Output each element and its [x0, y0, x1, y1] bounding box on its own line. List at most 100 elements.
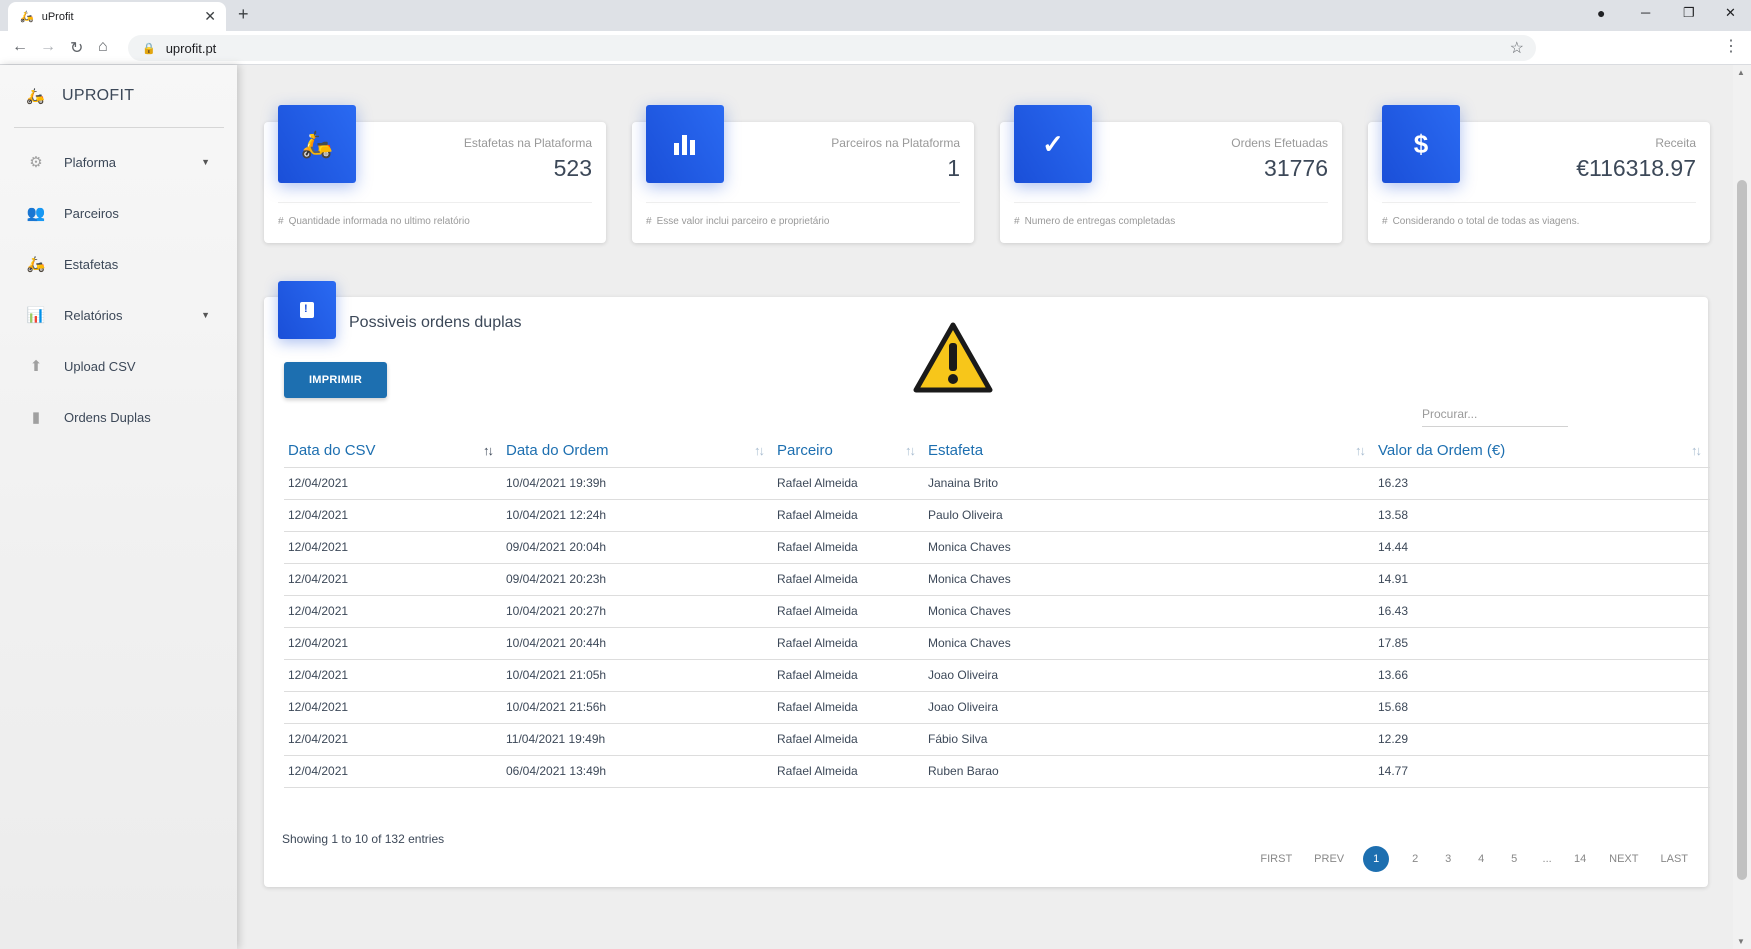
close-tab-icon[interactable]: ✕ — [204, 8, 216, 25]
scooter-icon: 🛵 — [26, 256, 46, 273]
stat-value: 1 — [947, 155, 960, 181]
sidebar-item-plaforma[interactable]: ⚙ Plaforma ▼ — [26, 153, 210, 171]
minimize-icon[interactable]: ─ — [1641, 5, 1650, 20]
scroll-up-icon[interactable]: ▲ — [1737, 68, 1745, 77]
warning-icon — [913, 322, 993, 393]
table-row: 12/04/2021 10/04/2021 20:44h Rafael Almeid… — [284, 627, 1710, 660]
reload-icon[interactable]: ↻ — [70, 38, 83, 58]
panel-title: Possiveis ordens duplas — [349, 314, 522, 331]
browser-tab[interactable]: 🛵 uProfit ✕ — [8, 2, 226, 31]
page-scrollbar[interactable]: ▲ ▼ — [1733, 65, 1751, 949]
cell-valor: 15.68 — [1374, 691, 1710, 724]
column-header-data-ordem[interactable]: Data do Ordem ↑↓ — [502, 435, 773, 468]
cell-estafeta: Fábio Silva — [924, 723, 1374, 756]
page-14[interactable]: 14 — [1573, 846, 1587, 872]
stat-label: Receita — [1655, 136, 1696, 150]
back-icon[interactable]: ← — [12, 38, 28, 56]
profile-icon[interactable]: ● — [1597, 5, 1605, 21]
sidebar-item-label: Ordens Duplas — [64, 409, 151, 425]
dollar-icon: $ — [1382, 105, 1460, 183]
tab-title: uProfit — [41, 10, 74, 23]
stat-footer-text: Quantidade informada no ultimo relatório — [288, 216, 470, 227]
address-bar[interactable]: 🔒 uprofit.pt ☆ — [128, 35, 1536, 61]
column-header-data-csv[interactable]: Data do CSV ↑↓ — [284, 435, 502, 468]
sidebar-item-relatorios[interactable]: 📊 Relatórios ▼ — [26, 306, 210, 324]
lock-icon: 🔒 — [142, 42, 156, 55]
cell-data-csv: 12/04/2021 — [284, 755, 502, 788]
cell-estafeta: Joao Oliveira — [924, 659, 1374, 692]
cell-valor: 16.23 — [1374, 467, 1710, 500]
page-3[interactable]: 3 — [1441, 846, 1455, 872]
brand-name: UPROFIT — [62, 87, 135, 104]
cell-valor: 16.43 — [1374, 595, 1710, 628]
sidebar: 🛵 UPROFIT ⚙ Plaforma ▼ 👥 Parceiros 🛵 Est… — [0, 65, 237, 949]
cell-data-csv: 12/04/2021 — [284, 499, 502, 532]
warning-doc-icon — [278, 281, 336, 339]
scroll-down-icon[interactable]: ▼ — [1737, 937, 1745, 946]
forward-icon[interactable]: → — [40, 38, 56, 56]
page-last[interactable]: LAST — [1660, 846, 1688, 872]
stat-card-receita: $ Receita €116318.97 # Considerando o to… — [1368, 105, 1710, 243]
cell-data-csv: 12/04/2021 — [284, 723, 502, 756]
stat-footer: # Quantidade informada no ultimo relatór… — [278, 216, 470, 227]
sidebar-item-parceiros[interactable]: 👥 Parceiros — [26, 204, 210, 222]
cell-parceiro: Rafael Almeida — [773, 467, 924, 500]
cell-data-csv: 12/04/2021 — [284, 691, 502, 724]
page-first[interactable]: FIRST — [1260, 846, 1292, 872]
cell-estafeta: Janaina Brito — [924, 467, 1374, 500]
stat-label: Ordens Efetuadas — [1231, 136, 1328, 150]
cell-estafeta: Monica Chaves — [924, 563, 1374, 596]
search-input[interactable] — [1422, 401, 1568, 427]
cell-data-ordem: 09/04/2021 20:04h — [502, 531, 773, 564]
hashtag-icon: # — [278, 216, 284, 227]
home-icon[interactable]: ⌂ — [98, 38, 108, 56]
page-prev[interactable]: PREV — [1314, 846, 1344, 872]
column-header-parceiro[interactable]: Parceiro ↑↓ — [773, 435, 924, 468]
column-header-valor[interactable]: Valor da Ordem (€) ↑↓ — [1374, 435, 1710, 468]
sidebar-brand[interactable]: 🛵 UPROFIT — [26, 87, 134, 105]
upload-icon: ⬆ — [29, 358, 43, 375]
restore-icon[interactable]: ❐ — [1683, 5, 1695, 21]
bookmark-star-icon[interactable]: ☆ — [1510, 38, 1524, 58]
stat-footer: # Esse valor inclui parceiro e proprietá… — [646, 216, 829, 227]
scrollbar-thumb[interactable] — [1737, 180, 1747, 880]
sort-icon: ↑↓ — [754, 443, 765, 458]
new-tab-button[interactable]: + — [238, 4, 249, 25]
cell-parceiro: Rafael Almeida — [773, 563, 924, 596]
cell-parceiro: Rafael Almeida — [773, 531, 924, 564]
page-1[interactable]: 1 — [1363, 846, 1390, 872]
print-button[interactable]: IMPRIMIR — [284, 362, 387, 398]
sidebar-item-estafetas[interactable]: 🛵 Estafetas — [26, 255, 210, 273]
sidebar-item-label: Parceiros — [64, 205, 119, 221]
page-2[interactable]: 2 — [1408, 846, 1422, 872]
sidebar-item-ordens-duplas[interactable]: ▮ Ordens Duplas — [26, 408, 210, 426]
cell-parceiro: Rafael Almeida — [773, 595, 924, 628]
cell-estafeta: Ruben Barao — [924, 755, 1374, 788]
page-next[interactable]: NEXT — [1609, 846, 1638, 872]
cell-data-ordem: 11/04/2021 19:49h — [502, 723, 773, 756]
cell-data-csv: 12/04/2021 — [284, 595, 502, 628]
duplicate-orders-panel: Possiveis ordens duplas IMPRIMIR Data do… — [264, 281, 1710, 887]
hashtag-icon: # — [1014, 216, 1020, 227]
sidebar-item-upload-csv[interactable]: ⬆ Upload CSV — [26, 357, 210, 375]
cell-valor: 17.85 — [1374, 627, 1710, 660]
stat-divider — [1382, 202, 1696, 203]
browser-toolbar: ← → ↻ ⌂ 🔒 uprofit.pt ☆ ⋮ — [0, 31, 1751, 65]
table-row: 12/04/2021 10/04/2021 19:39h Rafael Almeid… — [284, 467, 1710, 500]
browser-menu-icon[interactable]: ⋮ — [1723, 36, 1739, 56]
stat-footer: # Considerando o total de todas as viage… — [1382, 216, 1579, 227]
cell-estafeta: Paulo Oliveira — [924, 499, 1374, 532]
page-5[interactable]: 5 — [1507, 846, 1521, 872]
column-header-estafeta[interactable]: Estafeta ↑↓ — [924, 435, 1374, 468]
cell-data-csv: 12/04/2021 — [284, 563, 502, 596]
table-row: 12/04/2021 10/04/2021 21:05h Rafael Almeid… — [284, 659, 1710, 692]
chevron-down-icon: ▼ — [201, 310, 210, 320]
cell-data-csv: 12/04/2021 — [284, 627, 502, 660]
sidebar-item-label: Upload CSV — [64, 358, 136, 374]
cell-valor: 12.29 — [1374, 723, 1710, 756]
close-window-icon[interactable]: ✕ — [1725, 5, 1736, 21]
stat-card-ordens: ✓ Ordens Efetuadas 31776 # Numero de ent… — [1000, 105, 1342, 243]
chevron-down-icon: ▼ — [201, 157, 210, 167]
cell-parceiro: Rafael Almeida — [773, 499, 924, 532]
page-4[interactable]: 4 — [1474, 846, 1488, 872]
